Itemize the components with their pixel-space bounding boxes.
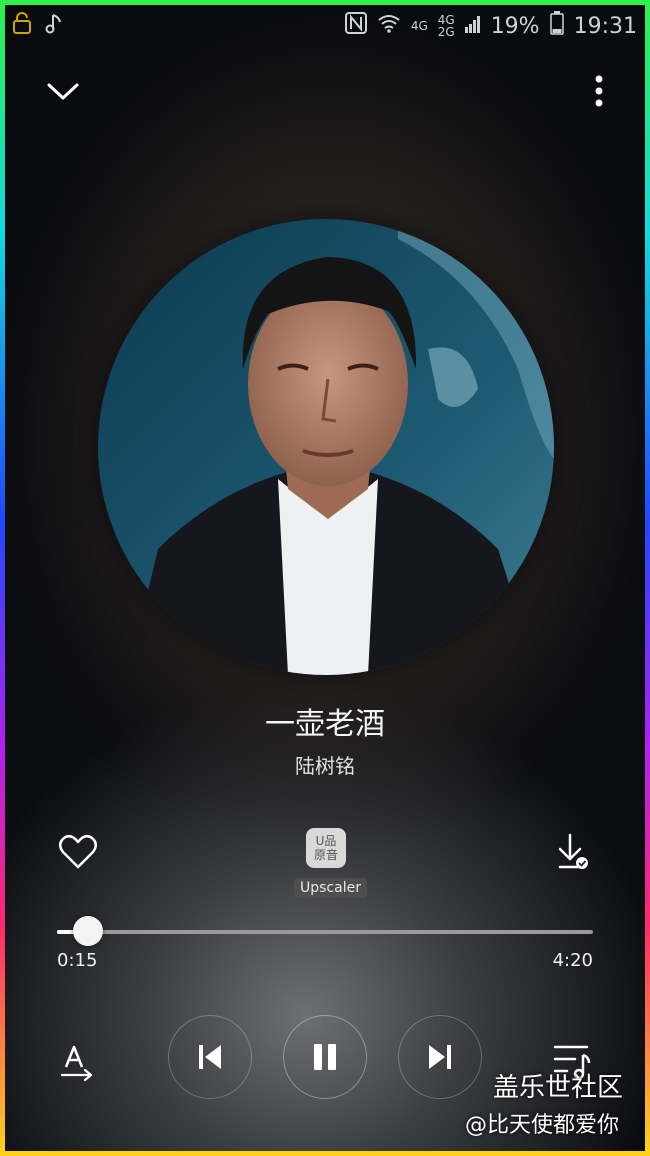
status-bar: 4G 4G 2G 19% 19:31 <box>5 5 645 41</box>
clock: 19:31 <box>573 13 637 39</box>
artist-name[interactable]: 陆树铭 <box>5 750 645 779</box>
network-4g-label: 4G <box>410 19 428 33</box>
upscaler-badge-icon: U品 原音 <box>306 828 346 868</box>
battery-percent: 19% <box>490 13 540 39</box>
album-art-image <box>98 219 554 675</box>
upscaler-badge-text: U品 原音 <box>313 834 338 862</box>
collapse-button[interactable] <box>43 71 83 111</box>
player-screen: 4G 4G 2G 19% 19:31 一壶老酒 陆树铭 U品 原音 Upscal… <box>5 5 645 1151</box>
watermark-user: @比天使都爱你 <box>465 1113 620 1138</box>
lyrics-button[interactable] <box>60 1043 96 1087</box>
pause-icon <box>314 1044 336 1070</box>
seek-bar[interactable] <box>57 916 593 946</box>
upscaler-button[interactable]: U品 原音 Upscaler <box>294 828 367 908</box>
watermark-site: 盖乐世社区 <box>493 1073 624 1103</box>
skip-previous-icon <box>199 1045 221 1069</box>
top-bar <box>5 61 645 121</box>
previous-button[interactable] <box>168 1015 252 1099</box>
chevron-down-icon <box>47 83 79 100</box>
upscaler-label: Upscaler <box>294 878 367 898</box>
download-icon <box>558 833 588 869</box>
album-art <box>98 219 554 675</box>
next-button[interactable] <box>398 1015 482 1099</box>
lyrics-text-icon <box>60 1045 93 1082</box>
more-options-button[interactable] <box>589 71 609 111</box>
total-duration: 4:20 <box>552 950 593 971</box>
heart-icon <box>59 834 97 869</box>
download-button[interactable] <box>558 833 590 873</box>
status-left <box>11 11 65 39</box>
music-note-icon <box>45 11 65 39</box>
seek-bar-thumb[interactable] <box>73 916 104 946</box>
pause-button[interactable] <box>283 1015 367 1099</box>
elapsed-time: 0:15 <box>57 950 98 971</box>
like-button[interactable] <box>57 831 99 873</box>
skip-next-icon <box>429 1045 451 1069</box>
lock-icon <box>11 11 33 39</box>
nfc-icon <box>344 11 367 41</box>
status-right: 4G 4G 2G 19% 19:31 <box>344 11 637 41</box>
wifi-icon <box>377 12 401 40</box>
song-title: 一壶老酒 <box>265 707 385 742</box>
signal-icon <box>464 14 481 39</box>
network-4g-2g-label: 4G 2G <box>437 13 455 39</box>
battery-icon <box>549 11 564 41</box>
more-vertical-icon <box>595 75 603 107</box>
